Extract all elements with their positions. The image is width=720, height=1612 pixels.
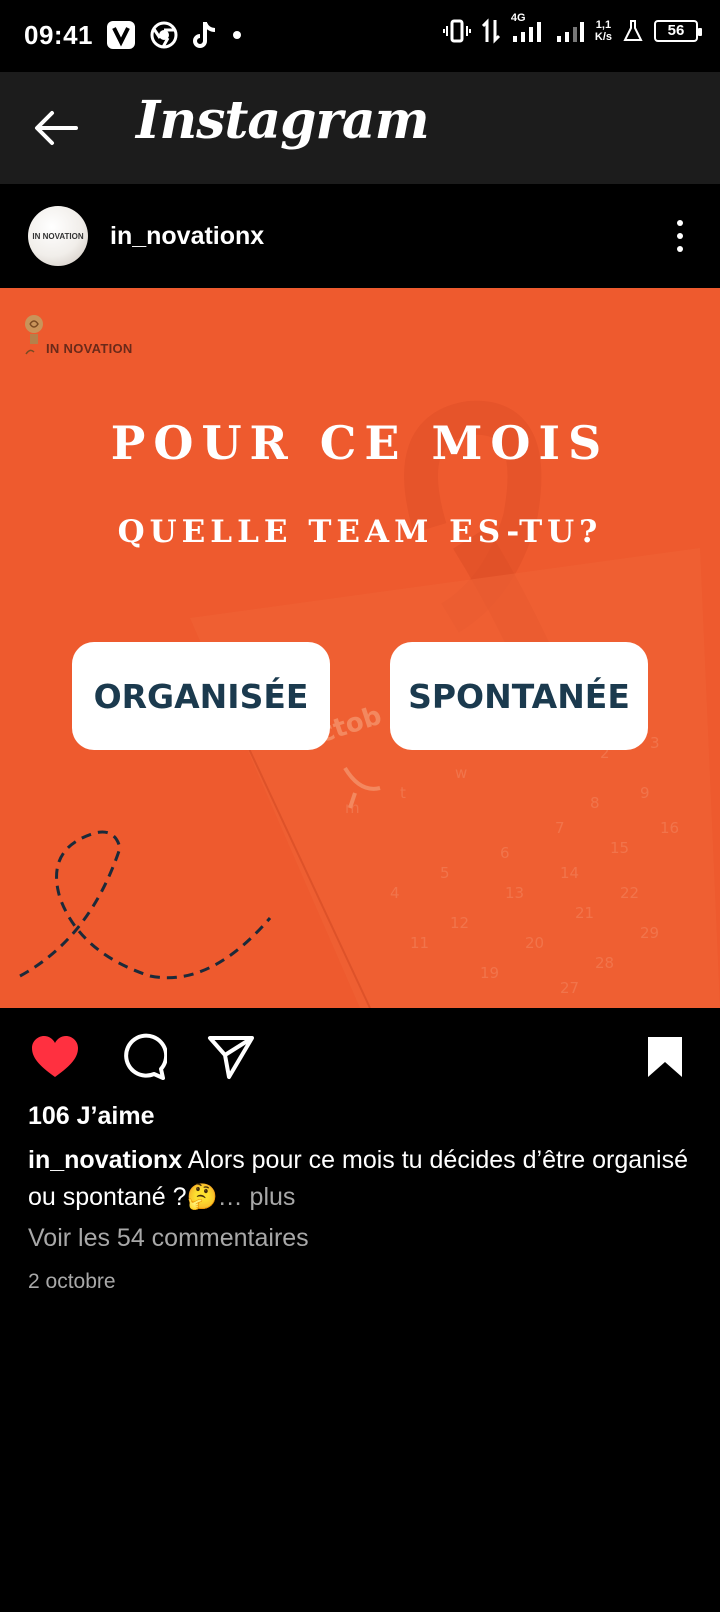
svg-text:9: 9 [640,784,650,802]
svg-text:t: t [400,784,406,802]
like-button[interactable] [28,1030,82,1084]
signal-2-icon [556,22,584,42]
more-dot-icon [677,220,683,226]
svg-text:29: 29 [640,924,659,942]
post-image[interactable]: 2389 7 15 16 6 14 22 5 13 21 29 4 12 20 28 11 19 27 … [0,288,720,1008]
lightbulb-brain-icon [25,315,43,355]
chrome-icon [150,21,178,49]
avatar[interactable]: IN NOVATION [28,206,88,266]
svg-text:6: 6 [500,844,510,862]
headline-secondary: QUELLE TEAM ES-TU? [117,514,603,550]
save-button[interactable] [638,1030,692,1084]
svg-text:5: 5 [440,864,450,882]
svg-text:27: 27 [560,979,579,997]
choice-organisee-card: ORGANISÉE [72,642,330,750]
svg-text:15: 15 [610,839,629,857]
status-bar: 09:41 4G 1,1 K/s 56 [0,0,720,72]
network-speed: 1,1 K/s [594,19,612,43]
flask-icon [623,20,643,41]
headline-primary: POUR CE MOIS [110,416,610,470]
status-time: 09:41 [24,20,93,50]
bookmark-filled-icon [648,1037,682,1077]
more-dot-icon [677,233,683,239]
brand-logo-text: IN NOVATION [46,341,133,356]
svg-text:11: 11 [410,934,429,952]
vpn-app-icon [107,21,135,49]
view-comments-link[interactable]: Voir les 54 commentaires [28,1224,309,1253]
system-indicators: 4G 1,1 K/s 56 [442,12,702,44]
dot-icon [233,31,241,39]
back-button[interactable] [28,102,84,154]
vibrate-icon [442,19,471,43]
avatar-logo-text: IN NOVATION [32,231,84,241]
heart-filled-icon [32,1036,78,1077]
svg-text:21: 21 [575,904,594,922]
paper-plane-icon [208,1036,254,1079]
battery-indicator: 56 [654,20,702,42]
svg-text:4: 4 [390,884,400,902]
svg-text:7: 7 [555,819,565,837]
post-actions [0,1008,720,1108]
caption-more-link[interactable]: … plus [218,1183,296,1211]
app-bar: Instagram [0,72,720,184]
choice-spontanee-card: SPONTANÉE [390,642,648,750]
svg-text:22: 22 [620,884,639,902]
comment-button[interactable] [116,1030,170,1084]
post-header: IN NOVATION in_novationx [0,184,720,288]
post-caption: in_novationx Alors pour ce mois tu décid… [28,1142,692,1216]
app-title: Instagram [136,90,430,151]
arrow-left-icon [35,111,78,145]
signal-1-icon: 4G [511,12,545,44]
notification-icons [106,20,242,50]
post-username[interactable]: in_novationx [110,222,264,251]
share-button[interactable] [204,1030,258,1084]
svg-text:20: 20 [525,934,544,952]
more-dot-icon [677,246,683,252]
svg-text:28: 28 [595,954,614,972]
svg-text:w: w [455,764,467,782]
caption-username[interactable]: in_novationx [28,1146,182,1174]
like-count[interactable]: 106 J’aime [28,1102,155,1131]
svg-text:3: 3 [650,734,660,752]
post-date: 2 octobre [28,1270,116,1293]
svg-text:16: 16 [660,819,679,837]
svg-text:19: 19 [480,964,499,982]
comment-bubble-icon [124,1033,167,1080]
svg-text:13: 13 [505,884,524,902]
svg-text:12: 12 [450,914,469,932]
svg-text:14: 14 [560,864,579,882]
more-options-button[interactable] [670,214,690,258]
svg-text:8: 8 [590,794,600,812]
data-transfer-icon [481,18,500,44]
tiktok-icon [193,22,216,48]
brand-logo: IN NOVATION [22,312,133,356]
